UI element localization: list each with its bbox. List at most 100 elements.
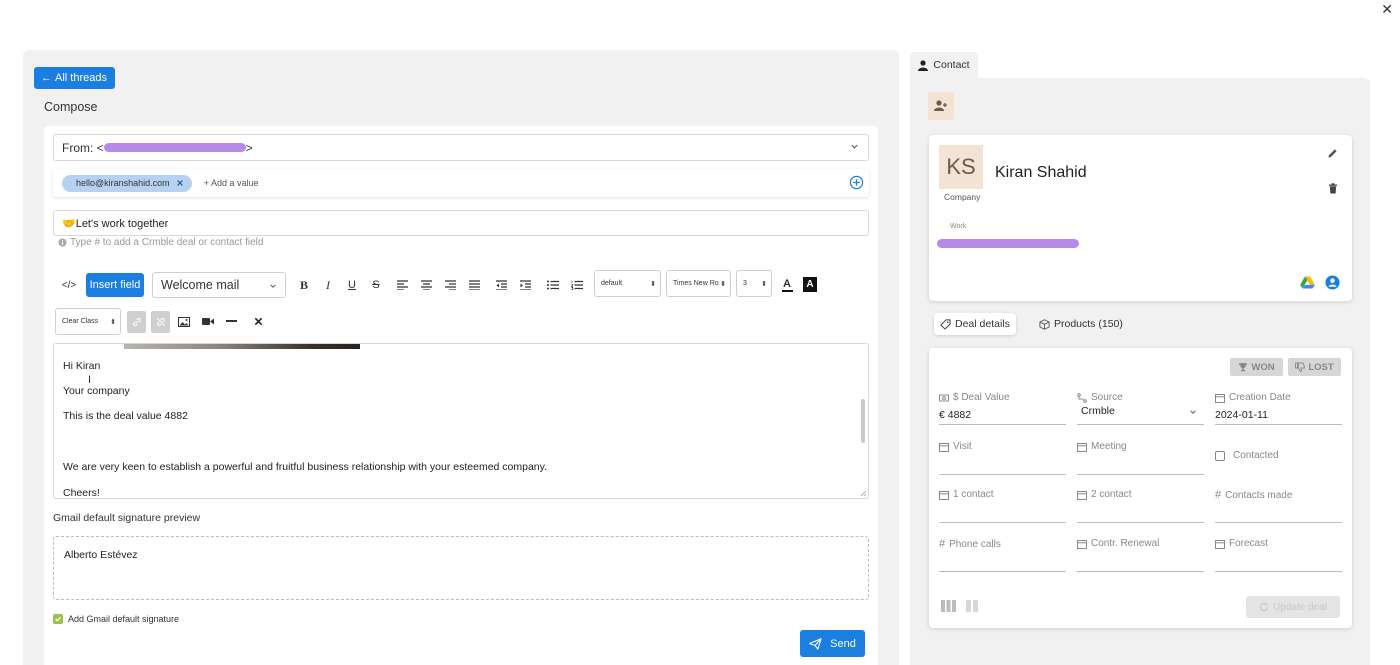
two-contact-field[interactable]: 2 contact xyxy=(1077,489,1204,523)
won-button[interactable]: WON xyxy=(1230,358,1283,376)
won-label: WON xyxy=(1251,361,1275,373)
update-deal-label: Update deal xyxy=(1273,601,1327,613)
style-value: default xyxy=(601,280,623,287)
tab-contact[interactable]: Contact xyxy=(910,52,978,78)
deal-value-label: $ Deal Value xyxy=(953,392,1010,403)
code-view-icon[interactable]: </> xyxy=(60,278,78,292)
contact-profile-icon[interactable] xyxy=(1325,275,1340,290)
align-left-icon[interactable] xyxy=(396,279,409,291)
calendar-icon xyxy=(1077,490,1087,500)
from-select[interactable]: From: < > xyxy=(53,134,869,161)
columns-view-icon[interactable] xyxy=(941,600,956,612)
field-underline xyxy=(1215,522,1342,523)
forecast-field[interactable]: Forecast xyxy=(1215,538,1342,572)
remove-format-icon[interactable] xyxy=(252,316,265,327)
clear-class-value: Clear Class xyxy=(62,318,99,325)
contr-renewal-field[interactable]: Contr. Renewal xyxy=(1077,538,1204,572)
body-line: Hi Kiran xyxy=(63,360,101,372)
image-icon[interactable] xyxy=(177,316,190,327)
add-signature-checkbox[interactable]: Add Gmail default signature xyxy=(53,614,179,624)
info-icon xyxy=(58,238,67,247)
align-justify-icon[interactable] xyxy=(468,279,481,291)
editor-scrollbar[interactable] xyxy=(861,399,865,443)
trash-icon[interactable] xyxy=(1328,183,1338,194)
work-label: Work xyxy=(950,223,967,230)
video-icon[interactable] xyxy=(201,316,214,327)
template-value: Welcome mail xyxy=(161,278,240,292)
person-add-icon xyxy=(934,100,948,112)
italic-icon[interactable]: I xyxy=(321,278,335,292)
text-color-icon[interactable]: A xyxy=(780,277,794,293)
outdent-icon[interactable] xyxy=(495,279,508,291)
lost-label: LOST xyxy=(1308,361,1334,373)
strikethrough-icon[interactable]: S xyxy=(369,278,383,292)
add-value-link[interactable]: + Add a value xyxy=(204,178,259,188)
calendar-icon xyxy=(1077,442,1087,452)
edit-icon[interactable] xyxy=(1327,148,1338,159)
link-icon[interactable] xyxy=(127,311,146,333)
signature-text: Alberto Estévez xyxy=(64,549,138,561)
clear-class-select[interactable]: Clear Class ⬍ xyxy=(55,308,121,335)
visit-label: Visit xyxy=(953,441,972,452)
align-right-icon[interactable] xyxy=(444,279,457,291)
source-value: Crmble xyxy=(1081,405,1115,417)
subject-input[interactable]: 🤝Let's work together xyxy=(53,210,869,236)
from-prefix: From: < xyxy=(62,140,104,155)
insert-field-button[interactable]: Insert field xyxy=(86,273,144,297)
creation-date-field[interactable]: Creation Date 2024-01-11 xyxy=(1215,392,1342,425)
body-line: This is the deal value 4882 xyxy=(63,410,188,422)
highlight-color-icon[interactable]: A xyxy=(803,277,817,292)
update-deal-button[interactable]: Update deal xyxy=(1246,596,1340,618)
field-underline xyxy=(1215,571,1342,572)
checkbox-checked-icon[interactable] xyxy=(53,614,63,624)
all-threads-button[interactable]: ← All threads xyxy=(34,67,115,89)
calendar-icon xyxy=(1215,539,1225,549)
source-field[interactable]: Source Crmble xyxy=(1077,392,1204,425)
numbered-list-icon[interactable] xyxy=(570,279,583,291)
template-select[interactable]: Welcome mail xyxy=(152,272,286,298)
indent-icon[interactable] xyxy=(519,279,532,291)
deal-value: € 4882 xyxy=(939,409,972,421)
send-icon xyxy=(809,637,822,650)
size-value: 3 xyxy=(743,280,747,287)
resize-handle-icon[interactable] xyxy=(860,490,867,497)
style-select[interactable]: default ⬍ xyxy=(594,270,661,297)
message-editor[interactable]: Hi Kiran Your company This is the deal v… xyxy=(53,343,869,499)
updown-caret-icon: ⬍ xyxy=(761,280,767,288)
add-contact-button[interactable] xyxy=(928,92,954,120)
google-drive-icon[interactable] xyxy=(1300,276,1315,289)
visit-field[interactable]: Visit xyxy=(939,441,1066,475)
tab-products[interactable]: Products (150) xyxy=(1033,313,1129,335)
checkbox-unchecked-icon[interactable] xyxy=(1215,450,1225,461)
remove-chip-icon[interactable] xyxy=(176,179,184,187)
meeting-field[interactable]: Meeting xyxy=(1077,441,1204,475)
deal-value-field[interactable]: $ Deal Value € 4882 xyxy=(939,392,1066,425)
two-columns-view-icon[interactable] xyxy=(966,600,978,612)
calendar-icon xyxy=(1215,393,1225,403)
lost-button[interactable]: LOST xyxy=(1288,358,1341,376)
phone-calls-field[interactable]: # Phone calls xyxy=(939,538,1066,572)
calendar-icon xyxy=(939,490,949,500)
contacts-made-field[interactable]: # Contacts made xyxy=(1215,489,1342,523)
unlink-icon[interactable] xyxy=(151,311,170,333)
bullet-list-icon[interactable] xyxy=(546,279,559,291)
one-contact-field[interactable]: 1 contact xyxy=(939,489,1066,523)
contacted-field[interactable]: Contacted xyxy=(1215,450,1342,461)
redacted-email xyxy=(103,143,246,152)
send-button[interactable]: Send xyxy=(800,630,865,657)
to-recipients[interactable]: hello@kiranshahid.com + Add a value xyxy=(53,169,869,197)
thumbs-down-icon xyxy=(1295,362,1306,372)
horizontal-rule-icon[interactable] xyxy=(225,316,238,327)
underline-icon[interactable]: U xyxy=(345,278,359,292)
size-select[interactable]: 3 ⬍ xyxy=(736,270,772,297)
recipient-chip[interactable]: hello@kiranshahid.com xyxy=(62,174,192,192)
font-select[interactable]: Times New Ro ⬍ xyxy=(666,270,731,297)
from-suffix: > xyxy=(245,140,253,155)
one-contact-label: 1 contact xyxy=(953,489,994,500)
tab-deal-details[interactable]: Deal details xyxy=(934,313,1016,335)
add-circle-icon[interactable] xyxy=(849,175,864,190)
chevron-down-icon xyxy=(269,282,277,290)
bold-icon[interactable]: B xyxy=(297,278,311,292)
align-center-icon[interactable] xyxy=(420,279,433,291)
close-icon[interactable]: ✕ xyxy=(1381,1,1393,18)
